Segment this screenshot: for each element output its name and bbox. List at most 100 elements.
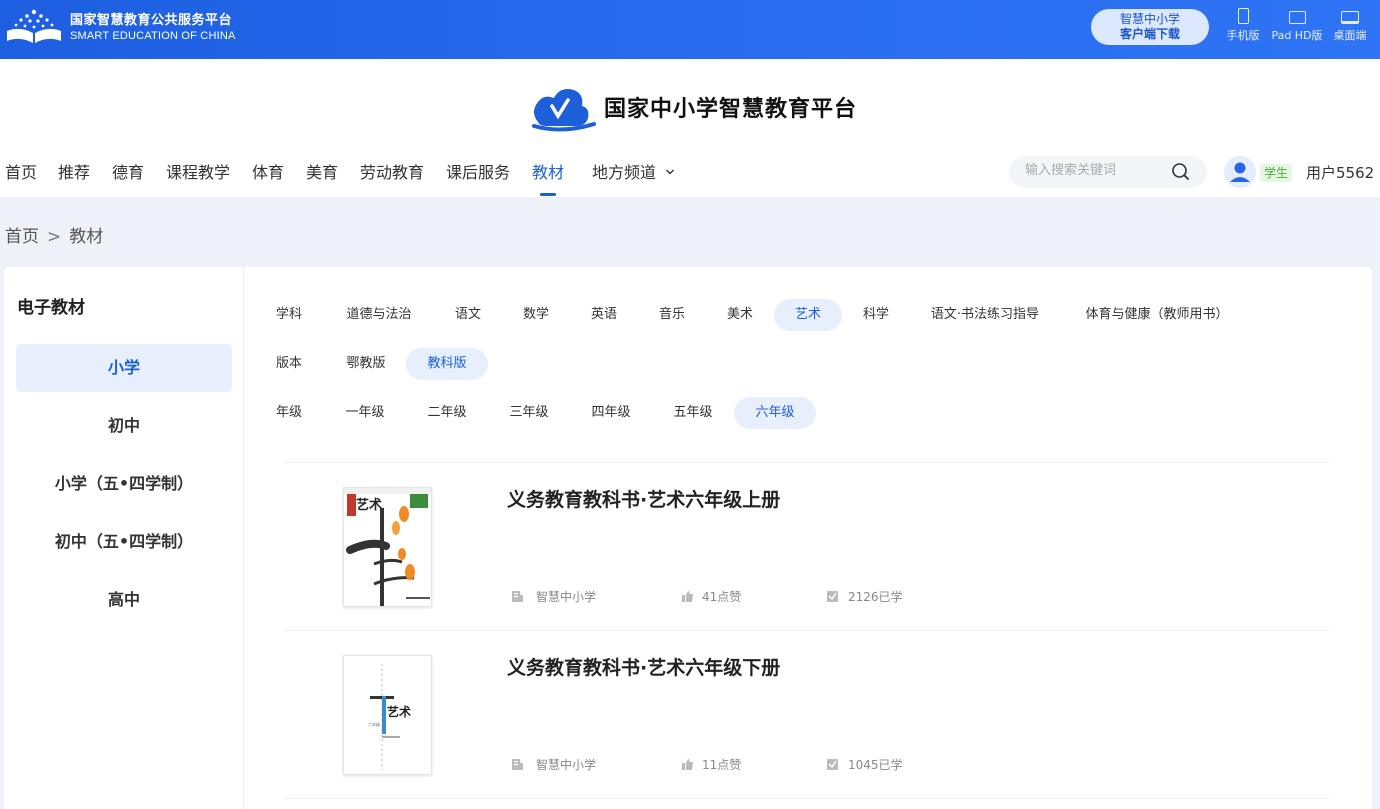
logo-title-en: SMART EDUCATION OF CHINA (70, 29, 236, 42)
book-learners: 1045已学 (826, 756, 903, 773)
filter-label-grade: 年级 (276, 405, 303, 420)
chip-grade-4[interactable]: 四年级 (580, 397, 642, 429)
desktop-icon (1341, 11, 1359, 24)
chip-grade-3[interactable]: 三年级 (498, 397, 560, 429)
avatar[interactable] (1224, 156, 1256, 188)
chip-subject-pe-teacher[interactable]: 体育与健康（教师用书） (1076, 299, 1238, 331)
device-phone-label: 手机版 (1226, 29, 1260, 42)
sidebar: 电子教材 小学 初中 小学（五•四学制） 初中（五•四学制） 高中 (4, 267, 244, 809)
thumbs-up-icon (682, 591, 693, 602)
book-publisher-label: 智慧中小学 (536, 758, 597, 772)
book-likes-label: 11点赞 (702, 758, 742, 772)
sidebar-item-junior-54[interactable]: 初中（五•四学制） (16, 518, 232, 566)
platform-logo[interactable]: 国家智慧教育公共服务平台 SMART EDUCATION OF CHINA (4, 7, 236, 47)
top-bar: 国家智慧教育公共服务平台 SMART EDUCATION OF CHINA 智慧… (0, 0, 1380, 59)
nav-recommend[interactable]: 推荐 (58, 159, 90, 183)
chip-edition-ejiao[interactable]: 鄂教版 (334, 348, 398, 380)
filter-row-subject: 学科 道德与法治 语文 数学 英语 音乐 美术 艺术 科学 语文·书法练习指导 … (244, 299, 1372, 331)
book-logo-icon (4, 7, 64, 47)
phone-icon (1237, 8, 1249, 24)
device-desktop[interactable]: 桌面端 (1330, 8, 1370, 43)
divider (284, 798, 1330, 799)
breadcrumb-current: 教材 (69, 227, 104, 247)
filter-label-subject: 学科 (276, 307, 303, 322)
svg-text:艺术: 艺术 (356, 497, 382, 513)
building-icon (512, 759, 523, 770)
nav-textbooks[interactable]: 教材 (532, 159, 564, 183)
sidebar-title: 电子教材 (17, 298, 85, 318)
chip-subject-moral[interactable]: 道德与法治 (334, 299, 424, 331)
breadcrumb-home[interactable]: 首页 (5, 227, 39, 247)
svg-text:艺术: 艺术 (387, 704, 411, 719)
chip-grade-2[interactable]: 二年级 (416, 397, 478, 429)
nav-courses[interactable]: 课程教学 (166, 159, 230, 183)
book-item[interactable]: 艺术 义务教育教科书·艺术六年级上册 智慧中小学 41点赞 2126已学 (284, 463, 1330, 631)
nav-arts[interactable]: 美育 (306, 159, 338, 183)
chip-subject-fine-arts[interactable]: 美术 (712, 299, 768, 331)
nav-active-indicator (540, 193, 556, 196)
sidebar-item-junior[interactable]: 初中 (16, 402, 232, 450)
study-record-icon (827, 591, 838, 602)
chip-subject-calligraphy[interactable]: 语文·书法练习指导 (920, 299, 1050, 331)
book-title[interactable]: 义务教育教科书·艺术六年级上册 (507, 485, 780, 512)
filter-row-grade: 年级 一年级 二年级 三年级 四年级 五年级 六年级 (244, 397, 1372, 429)
chip-grade-5[interactable]: 五年级 (662, 397, 724, 429)
chip-subject-science[interactable]: 科学 (848, 299, 904, 331)
book-publisher-label: 智慧中小学 (536, 590, 597, 604)
search-icon[interactable] (1171, 162, 1191, 182)
building-icon (512, 591, 523, 602)
brand-title: 国家中小学智慧教育平台 (604, 96, 858, 122)
book-learners-label: 2126已学 (848, 590, 903, 604)
nav-local-channel[interactable]: 地方频道 (592, 159, 675, 183)
filter-row-edition: 版本 鄂教版 教科版 (244, 348, 1372, 380)
book-likes-label: 41点赞 (702, 590, 742, 604)
brand[interactable]: 国家中小学智慧教育平台 (528, 82, 857, 132)
tablet-icon (1288, 11, 1306, 24)
study-record-icon (827, 759, 838, 770)
nav-sports[interactable]: 体育 (252, 159, 284, 183)
client-download-line1: 智慧中小学 (1119, 12, 1180, 26)
book-cover-image[interactable]: 艺术 (343, 487, 432, 607)
chip-subject-english[interactable]: 英语 (576, 299, 632, 331)
device-tablet[interactable]: Pad HD版 (1267, 8, 1327, 43)
content-panel: 电子教材 小学 初中 小学（五•四学制） 初中（五•四学制） 高中 学科 道德与… (4, 267, 1372, 809)
chip-subject-math[interactable]: 数学 (508, 299, 564, 331)
nav-moral[interactable]: 德育 (112, 159, 144, 183)
logo-title-cn: 国家智慧教育公共服务平台 (70, 12, 233, 28)
chip-subject-music[interactable]: 音乐 (644, 299, 700, 331)
nav-labor[interactable]: 劳动教育 (360, 159, 424, 183)
chip-subject-chinese[interactable]: 语文 (440, 299, 496, 331)
book-publisher: 智慧中小学 (511, 588, 596, 605)
book-item[interactable]: 艺术 六年级 义务教育教科书·艺术六年级下册 智慧中小学 11点赞 1045已学 (284, 631, 1330, 799)
user-icon (1230, 162, 1250, 182)
book-cover-image[interactable]: 艺术 六年级 (343, 655, 432, 775)
sidebar-item-senior[interactable]: 高中 (16, 576, 232, 624)
nav-home[interactable]: 首页 (5, 159, 37, 183)
chip-grade-1[interactable]: 一年级 (334, 397, 396, 429)
client-download-button[interactable]: 智慧中小学 客户端下载 (1091, 9, 1209, 45)
sidebar-item-primary-54[interactable]: 小学（五•四学制） (16, 460, 232, 508)
breadcrumb-separator: > (47, 227, 62, 247)
breadcrumb: 首页 > 教材 (5, 222, 103, 247)
chip-subject-art[interactable]: 艺术 (774, 299, 842, 331)
nav-afterschool[interactable]: 课后服务 (446, 159, 510, 183)
device-phone[interactable]: 手机版 (1224, 8, 1262, 43)
username[interactable]: 用户5562 (1306, 162, 1374, 183)
chip-edition-jiaoke[interactable]: 教科版 (406, 348, 488, 380)
book-title[interactable]: 义务教育教科书·艺术六年级下册 (507, 653, 780, 680)
nav-local-channel-label: 地方频道 (592, 163, 657, 182)
search-input[interactable] (1025, 163, 1165, 178)
book-publisher: 智慧中小学 (511, 756, 596, 773)
book-learners: 2126已学 (826, 588, 903, 605)
client-download-line2: 客户端下载 (1119, 27, 1180, 41)
book-learners-label: 1045已学 (848, 758, 903, 772)
chevron-down-icon (666, 169, 675, 175)
chip-grade-6[interactable]: 六年级 (734, 397, 816, 429)
device-desktop-label: 桌面端 (1333, 29, 1367, 42)
role-badge: 学生 (1260, 164, 1293, 182)
site-header: 国家中小学智慧教育平台 首页 推荐 德育 课程教学 体育 美育 劳动教育 课后服… (0, 59, 1380, 197)
sidebar-item-primary[interactable]: 小学 (16, 344, 232, 392)
svg-text:六年级: 六年级 (368, 721, 380, 727)
book-likes: 41点赞 (681, 588, 741, 605)
search-box (1009, 156, 1207, 188)
